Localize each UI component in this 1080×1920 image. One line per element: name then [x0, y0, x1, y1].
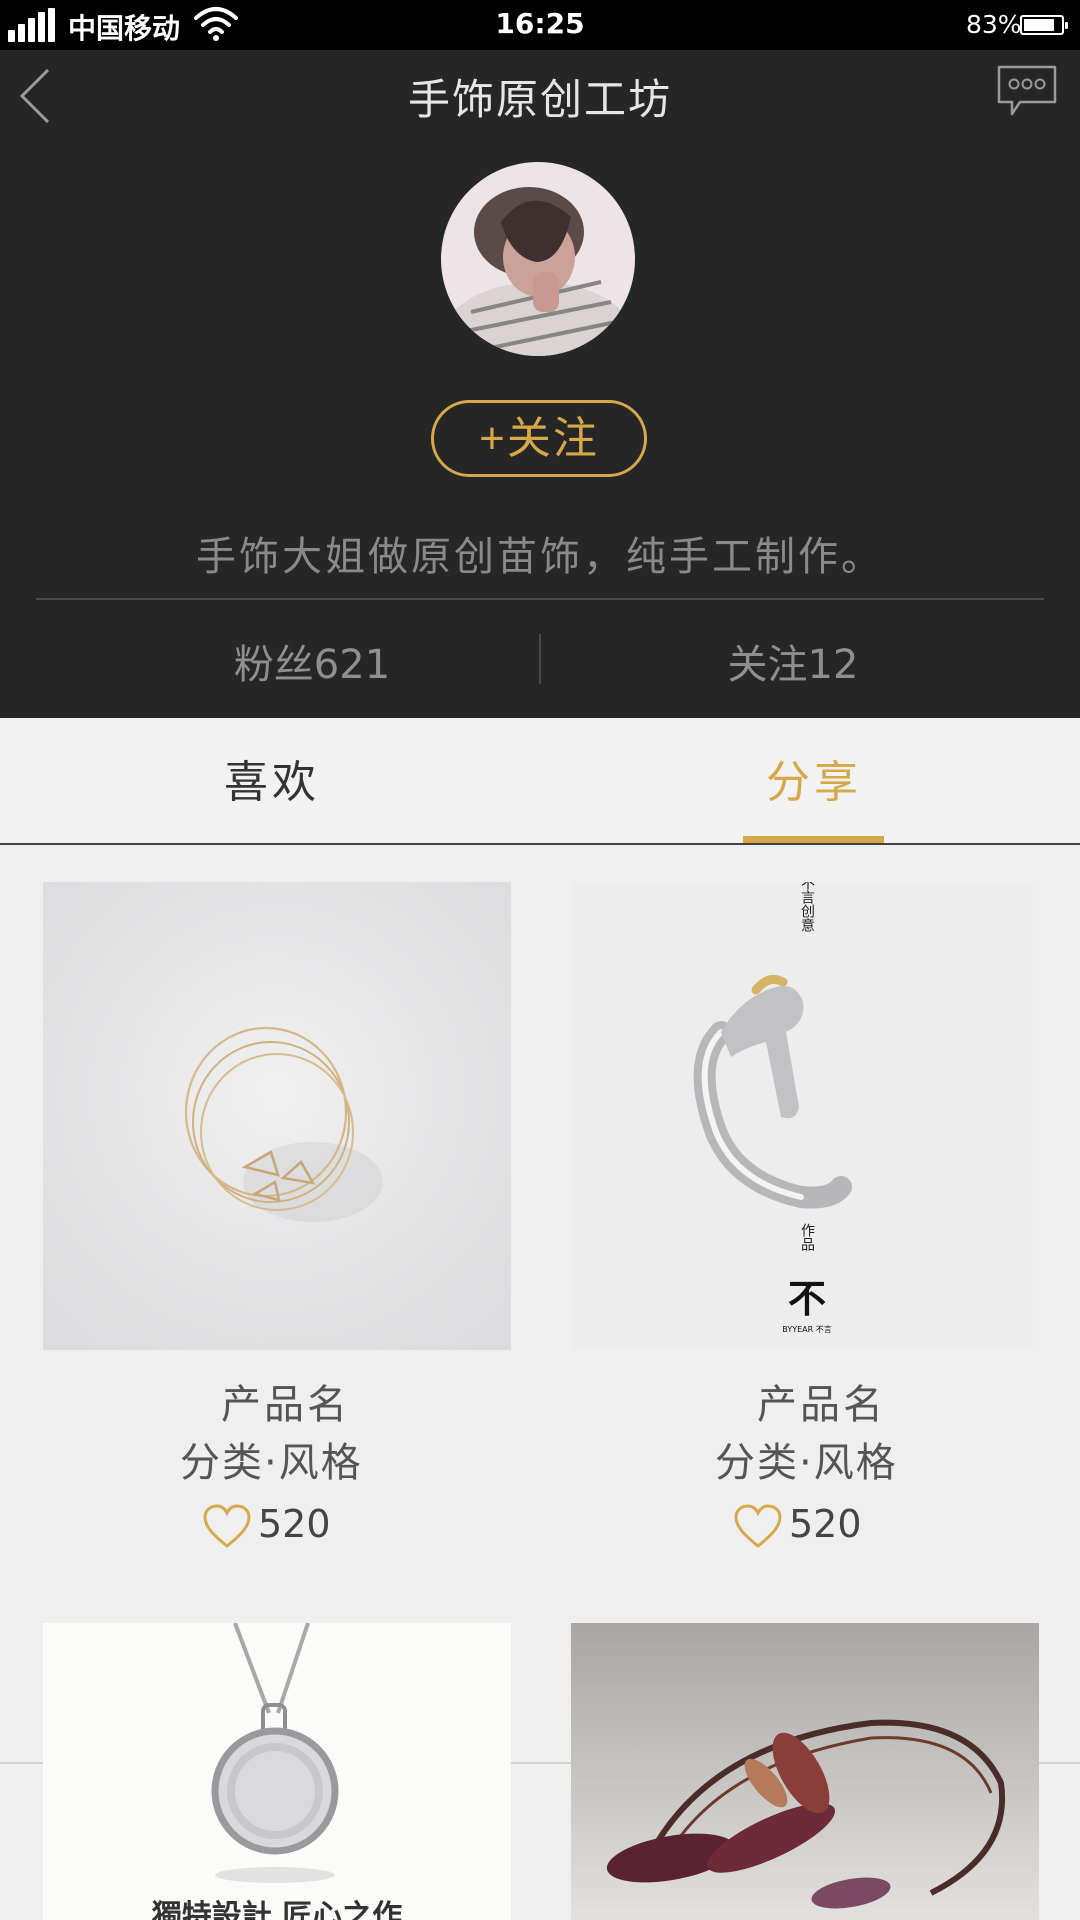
brand-logo: 不	[788, 1276, 826, 1321]
battery-percent: 83%	[966, 10, 1022, 39]
profile-bio: 手饰大姐做原创苗饰，纯手工制作。	[196, 534, 884, 580]
profile-header: 手饰原创工坊 +关注 手饰大姐做原创苗饰，纯手工制作。 粉丝621 关注12	[0, 50, 1080, 718]
tab-bar: 喜欢 分享	[0, 718, 1080, 845]
image-caption: 獨特設計 匠心之作	[151, 1899, 403, 1920]
product-image-horse-ring[interactable]: 不言创意 作品 不 BYYEAR 不言	[571, 882, 1039, 1350]
product-name[interactable]: 产品名	[757, 1372, 886, 1430]
avatar[interactable]	[441, 162, 635, 356]
stats-separator	[539, 634, 541, 684]
heart-icon[interactable]	[733, 1504, 783, 1550]
vertical-text-top: 不言创意	[799, 882, 815, 932]
vertical-text-bottom: 作品	[799, 1223, 815, 1251]
heart-icon[interactable]	[202, 1504, 252, 1550]
product-image-rings[interactable]	[43, 882, 511, 1350]
page-title: 手饰原创工坊	[407, 75, 672, 124]
product-category: 分类·风格	[180, 1440, 363, 1486]
message-icon[interactable]	[996, 64, 1058, 120]
tab-likes[interactable]: 喜欢	[224, 746, 320, 810]
clock: 16:25	[495, 7, 585, 40]
divider	[36, 598, 1044, 600]
fans-count[interactable]: 粉丝621	[162, 632, 462, 690]
status-bar: 中国移动 16:25 83%	[0, 0, 1080, 50]
active-tab-indicator	[743, 836, 884, 843]
follow-button[interactable]: +关注	[431, 400, 647, 477]
brand-name: BYYEAR 不言	[782, 1324, 831, 1334]
battery-icon	[1020, 15, 1068, 35]
product-category: 分类·风格	[715, 1440, 898, 1486]
like-count: 520	[258, 1502, 331, 1546]
following-count[interactable]: 关注12	[643, 632, 943, 690]
product-image-leaf-bangle[interactable]	[571, 1623, 1039, 1920]
product-name[interactable]: 产品名	[221, 1372, 350, 1430]
product-image-pendant[interactable]: 獨特設計 匠心之作	[43, 1623, 511, 1920]
like-count: 520	[789, 1502, 862, 1546]
tab-shares[interactable]: 分享	[766, 746, 862, 810]
